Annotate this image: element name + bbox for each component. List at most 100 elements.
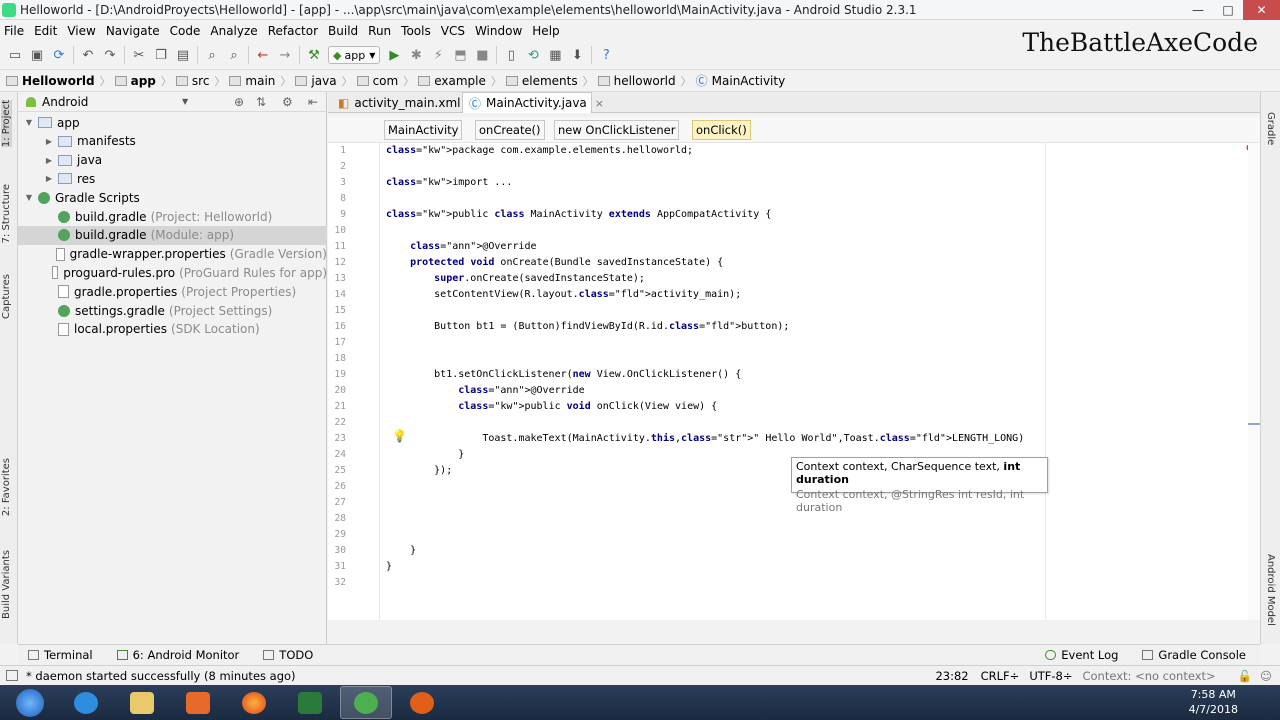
- debug-icon[interactable]: ✱: [408, 47, 424, 63]
- code-line[interactable]: class="ann">@Override: [386, 385, 584, 396]
- code-crumb-class[interactable]: MainActivity: [384, 120, 463, 140]
- run-config-select[interactable]: ◆ app ▼: [328, 46, 381, 64]
- forward-icon[interactable]: →: [277, 47, 293, 63]
- code-line[interactable]: Button bt1 = (Button)findViewById(R.id.c…: [386, 321, 789, 332]
- tab-activity-main-xml[interactable]: ◧ activity_main.xml ×: [332, 92, 478, 113]
- tree-item[interactable]: settings.gradle (Project Settings): [18, 301, 327, 320]
- apply-changes-icon[interactable]: ⚡: [430, 47, 446, 63]
- code-line[interactable]: class="ann">@Override: [386, 241, 536, 252]
- lock-icon[interactable]: 🔓: [1238, 669, 1252, 683]
- copy-icon[interactable]: ❐: [153, 47, 169, 63]
- menu-tools[interactable]: Tools: [397, 24, 437, 38]
- tree-toggle-icon[interactable]: ▶: [44, 137, 54, 146]
- menu-refactor[interactable]: Refactor: [264, 24, 324, 38]
- settings-gear-icon[interactable]: ⚙: [282, 95, 293, 109]
- replace-icon[interactable]: ⌕: [226, 47, 242, 63]
- menu-run[interactable]: Run: [364, 24, 397, 38]
- editor-scrollbar[interactable]: [1248, 143, 1260, 620]
- find-icon[interactable]: ⌕: [204, 47, 220, 63]
- menu-build[interactable]: Build: [324, 24, 364, 38]
- maximize-button[interactable]: □: [1213, 0, 1243, 20]
- menu-edit[interactable]: Edit: [30, 24, 63, 38]
- gradle-sync-icon[interactable]: ⟲: [525, 47, 541, 63]
- code-line[interactable]: class="kw">import ...: [386, 177, 512, 188]
- scroll-from-source-icon[interactable]: ⊕: [234, 95, 244, 109]
- menu-window[interactable]: Window: [471, 24, 528, 38]
- code-line[interactable]: class="kw">public void onClick(View view…: [386, 401, 717, 412]
- close-button[interactable]: ✕: [1243, 0, 1280, 20]
- make-project-icon[interactable]: ⚒: [306, 47, 322, 63]
- help-icon[interactable]: ?: [598, 47, 614, 63]
- tree-item[interactable]: build.gradle (Module: app): [18, 225, 327, 245]
- tool-tab-favorites[interactable]: 2: Favorites: [1, 458, 12, 516]
- taskbar-other[interactable]: [396, 686, 448, 719]
- tab-gradle-console[interactable]: Gradle Console: [1142, 648, 1246, 662]
- menu-file[interactable]: File: [0, 24, 30, 38]
- menu-help[interactable]: Help: [528, 24, 565, 38]
- system-clock[interactable]: 7:58 AM 4/7/2018: [1189, 687, 1238, 717]
- crumb-main[interactable]: main 〉: [229, 73, 291, 89]
- collapse-all-icon[interactable]: ⇅: [256, 95, 266, 109]
- code-line[interactable]: class="kw">package com.example.elements.…: [386, 145, 693, 156]
- taskbar-media[interactable]: [172, 686, 224, 719]
- sync-icon[interactable]: ⟳: [51, 47, 67, 63]
- inspector-icon[interactable]: ☺: [1260, 669, 1272, 683]
- crumb-helloworld[interactable]: helloworld 〉: [597, 73, 692, 89]
- crumb-example[interactable]: example 〉: [418, 73, 502, 89]
- code-line[interactable]: setContentView(R.layout.class="fld">acti…: [386, 289, 741, 300]
- line-separator[interactable]: CRLF÷: [981, 669, 1020, 683]
- close-tab-icon[interactable]: ×: [595, 97, 604, 110]
- tab-android-monitor[interactable]: 6: Android Monitor: [116, 648, 239, 662]
- tree-item[interactable]: local.properties (SDK Location): [18, 320, 327, 339]
- code-line[interactable]: protected void onCreate(Bundle savedInst…: [386, 257, 723, 268]
- stop-icon[interactable]: ■: [474, 47, 490, 63]
- tool-tab-structure[interactable]: 7: Structure: [1, 184, 12, 243]
- tab-todo[interactable]: TODO: [263, 648, 313, 662]
- code-line[interactable]: class="kw">public class MainActivity ext…: [386, 209, 771, 220]
- cut-icon[interactable]: ✂: [131, 47, 147, 63]
- code-crumb-oncreate[interactable]: onCreate(): [475, 120, 545, 140]
- crumb-src[interactable]: src 〉: [175, 73, 225, 89]
- tool-tab-captures[interactable]: Captures: [1, 274, 12, 319]
- taskbar-ie[interactable]: [60, 686, 112, 719]
- minimize-button[interactable]: —: [1183, 0, 1213, 20]
- hide-panel-icon[interactable]: ⇤: [308, 95, 318, 109]
- caret-position[interactable]: 23:82: [935, 669, 968, 683]
- start-button[interactable]: [4, 686, 56, 719]
- back-icon[interactable]: ←: [255, 47, 271, 63]
- crumb-mainactivity[interactable]: Ⓒ MainActivity: [696, 72, 786, 89]
- code-crumb-onclick[interactable]: onClick(): [692, 120, 751, 140]
- taskbar-firefox[interactable]: [228, 686, 280, 719]
- file-encoding[interactable]: UTF-8÷: [1029, 669, 1072, 683]
- code-line[interactable]: }: [386, 561, 392, 572]
- tool-tab-gradle[interactable]: Gradle: [1265, 112, 1276, 145]
- run-icon[interactable]: ▶: [386, 47, 402, 63]
- menu-navigate[interactable]: Navigate: [102, 24, 166, 38]
- avd-manager-icon[interactable]: ▯: [503, 47, 519, 63]
- chevron-down-icon[interactable]: ▼: [182, 97, 188, 106]
- crumb-app[interactable]: app 〉: [114, 73, 172, 89]
- taskbar-explorer[interactable]: [116, 686, 168, 719]
- crumb-java[interactable]: java 〉: [295, 73, 353, 89]
- code-line[interactable]: Toast.makeText(MainActivity.this,class="…: [386, 433, 1024, 444]
- redo-icon[interactable]: ↷: [102, 47, 118, 63]
- tree-toggle-icon[interactable]: ▶: [44, 174, 54, 183]
- undo-icon[interactable]: ↶: [80, 47, 96, 63]
- paste-icon[interactable]: ▤: [175, 47, 191, 63]
- project-structure-icon[interactable]: ▦: [547, 47, 563, 63]
- code-line[interactable]: });: [386, 465, 452, 476]
- tree-toggle-icon[interactable]: ▼: [24, 118, 34, 127]
- code-crumb-listener[interactable]: new OnClickListener: [554, 120, 680, 140]
- menu-code[interactable]: Code: [166, 24, 207, 38]
- tab-event-log[interactable]: Event Log: [1045, 648, 1118, 662]
- tree-item[interactable]: proguard-rules.pro (ProGuard Rules for ap…: [18, 263, 327, 282]
- code-line[interactable]: bt1.setOnClickListener(new View.OnClickL…: [386, 369, 741, 380]
- taskbar-android-studio[interactable]: [340, 686, 392, 719]
- code-line[interactable]: }: [386, 449, 464, 460]
- crumb-elements[interactable]: elements 〉: [505, 73, 594, 89]
- tree-item[interactable]: ▶ java: [18, 151, 327, 170]
- tree-item[interactable]: gradle.properties (Project Properties): [18, 282, 327, 301]
- panel-toggle-icon[interactable]: [6, 670, 18, 681]
- tree-item[interactable]: ▼ Gradle Scripts: [18, 188, 327, 207]
- attach-debugger-icon[interactable]: ⬒: [452, 47, 468, 63]
